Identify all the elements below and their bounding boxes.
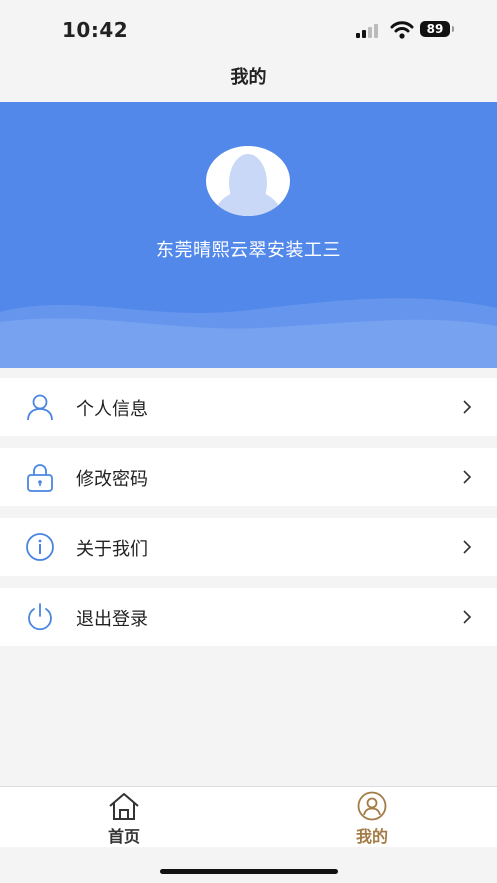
tab-mine[interactable]: 我的 xyxy=(248,787,496,847)
chevron-right-icon xyxy=(463,400,472,414)
menu-item-label: 退出登录 xyxy=(76,609,148,630)
status-bar: 10:42 89 xyxy=(0,0,497,58)
menu-item-profile-info[interactable]: 个人信息 xyxy=(0,378,497,436)
user-name: 东莞晴熙云翠安装工三 xyxy=(156,240,341,261)
wave-decoration xyxy=(0,298,497,368)
user-icon xyxy=(27,394,53,421)
chevron-right-icon xyxy=(463,470,472,484)
wifi-icon xyxy=(390,21,414,39)
tab-bar: 首页 我的 xyxy=(0,786,497,847)
profile-icon xyxy=(357,791,387,821)
profile-banner: 东莞晴熙云翠安装工三 xyxy=(0,102,497,368)
menu-item-logout[interactable]: 退出登录 xyxy=(0,588,497,646)
status-time: 10:42 xyxy=(62,18,129,42)
nav-bar: 我的 xyxy=(0,58,497,102)
tab-home[interactable]: 首页 xyxy=(0,787,248,847)
cellular-signal-icon xyxy=(356,24,382,38)
menu-item-about-us[interactable]: 关于我们 xyxy=(0,518,497,576)
chevron-right-icon xyxy=(463,610,472,624)
menu-item-label: 关于我们 xyxy=(76,539,148,560)
menu-item-label: 个人信息 xyxy=(76,399,148,420)
battery-icon: 89 xyxy=(420,21,454,37)
menu-item-change-password[interactable]: 修改密码 xyxy=(0,448,497,506)
chevron-right-icon xyxy=(463,540,472,554)
home-indicator[interactable] xyxy=(160,869,338,874)
home-icon xyxy=(109,793,139,820)
home-indicator-area xyxy=(0,847,497,883)
page-title: 我的 xyxy=(230,67,267,88)
info-icon xyxy=(26,533,54,561)
tab-label: 首页 xyxy=(107,827,140,846)
lock-icon xyxy=(27,464,53,492)
power-icon xyxy=(28,603,52,631)
menu-item-label: 修改密码 xyxy=(76,469,148,490)
tab-label: 我的 xyxy=(355,827,388,846)
avatar[interactable] xyxy=(206,146,290,216)
